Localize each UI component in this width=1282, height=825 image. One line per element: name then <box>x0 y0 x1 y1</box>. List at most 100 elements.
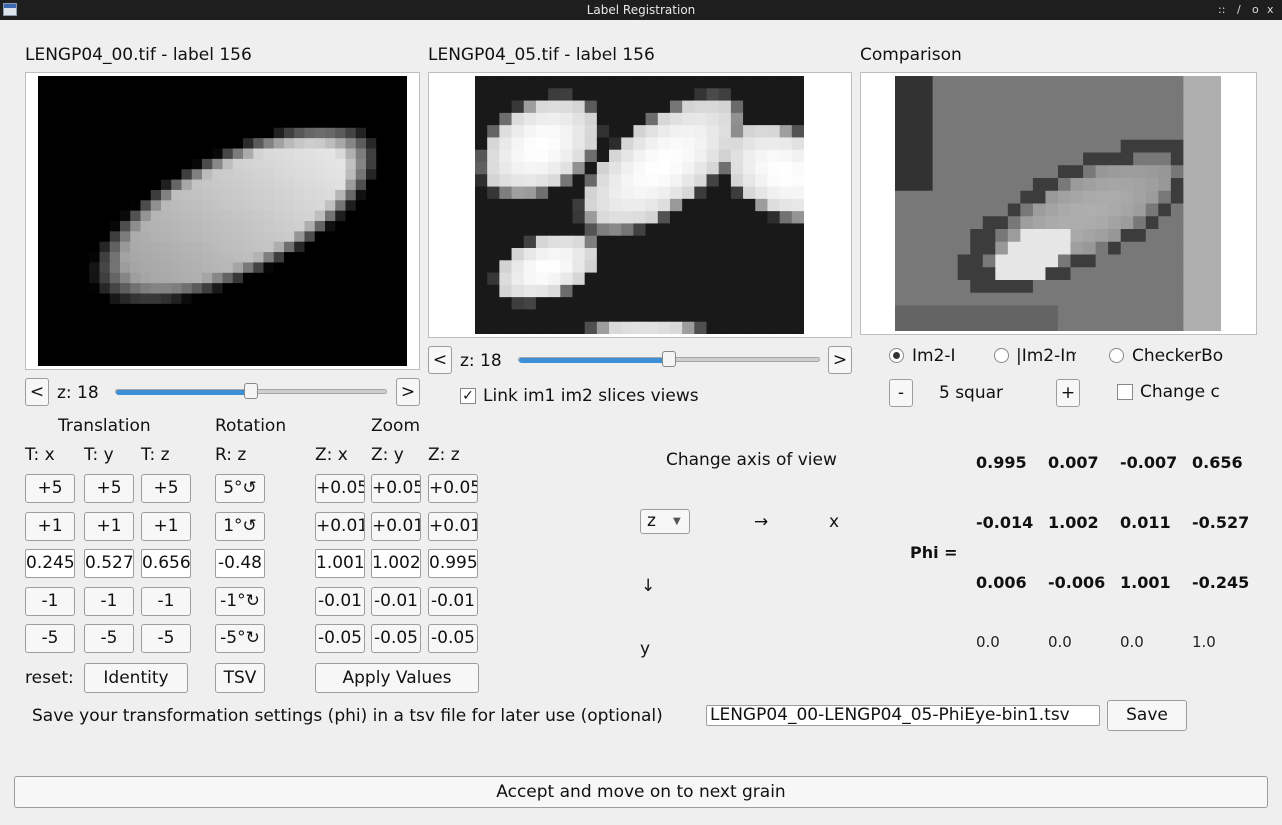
title-bar: Label Registration <box>0 0 1282 20</box>
window-menu-icon[interactable]: :: <box>1218 0 1225 20</box>
step-button-tz-1[interactable]: +1 <box>141 512 191 541</box>
step-button-tx-0[interactable]: +5 <box>25 474 75 503</box>
change-checkbox[interactable] <box>1117 384 1133 400</box>
value-field-ty[interactable]: 0.527 <box>84 549 134 578</box>
step-button-ty-2[interactable]: -1 <box>84 587 134 616</box>
phi-cell-1-0: -0.014 <box>976 513 1034 532</box>
column-label-zy: Z: y <box>371 445 404 465</box>
view1-panel <box>25 72 420 370</box>
step-button-zz-3[interactable]: -0.05 <box>428 624 478 653</box>
mode-radio-checker[interactable] <box>1109 348 1124 363</box>
value-field-tx[interactable]: 0.245 <box>25 549 75 578</box>
tsv-button[interactable]: TSV <box>215 663 265 693</box>
step-button-zz-0[interactable]: +0.05 <box>428 474 478 503</box>
phi-cell-0-3: 0.656 <box>1192 453 1243 472</box>
step-button-zx-0[interactable]: +0.05 <box>315 474 365 503</box>
value-field-rz[interactable]: -0.48 <box>215 549 265 578</box>
step-button-zx-2[interactable]: -0.01 <box>315 587 365 616</box>
view1-next-button[interactable]: > <box>396 378 420 406</box>
close-icon[interactable]: x <box>1267 0 1274 20</box>
view2-z-slider-handle[interactable] <box>662 351 676 367</box>
comparison-title: Comparison <box>860 45 962 65</box>
view2-prev-button[interactable]: < <box>428 346 452 374</box>
zoom-header: Zoom <box>371 416 421 436</box>
step-button-zy-2[interactable]: -0.01 <box>371 587 421 616</box>
mode-label-checker: CheckerBo <box>1132 346 1224 366</box>
phi-cell-3-1: 0.0 <box>1048 633 1072 651</box>
step-button-ty-1[interactable]: +1 <box>84 512 134 541</box>
step-button-tx-2[interactable]: -1 <box>25 587 75 616</box>
save-button[interactable]: Save <box>1107 700 1187 731</box>
value-field-zx[interactable]: 1.001 <box>315 549 365 578</box>
step-button-tz-2[interactable]: -1 <box>141 587 191 616</box>
view1-prev-button[interactable]: < <box>25 378 49 406</box>
phi-cell-2-2: 1.001 <box>1120 573 1171 592</box>
view1-z-label: z: 18 <box>57 383 99 403</box>
axis-x-label: x <box>829 512 840 532</box>
step-button-zx-1[interactable]: +0.01 <box>315 512 365 541</box>
value-field-tz[interactable]: 0.656 <box>141 549 191 578</box>
view1-title: LENGP04_00.tif - label 156 <box>25 45 252 65</box>
view2-panel <box>428 72 852 338</box>
axis-select[interactable]: z ▼ <box>640 509 690 534</box>
step-button-rz-2[interactable]: -1°↻ <box>215 587 265 616</box>
save-description: Save your transformation settings (phi) … <box>32 706 663 726</box>
mode-label-diff: Im2-I <box>912 346 956 366</box>
minimize-icon[interactable]: / <box>1237 0 1241 20</box>
step-button-zz-1[interactable]: +0.01 <box>428 512 478 541</box>
squares-plus-button[interactable]: + <box>1056 379 1080 407</box>
axis-y-label: y <box>640 639 651 659</box>
accept-next-grain-button[interactable]: Accept and move on to next grain <box>14 776 1268 808</box>
step-button-zy-3[interactable]: -0.05 <box>371 624 421 653</box>
step-button-zx-3[interactable]: -0.05 <box>315 624 365 653</box>
step-button-zy-0[interactable]: +0.05 <box>371 474 421 503</box>
value-field-zz[interactable]: 0.995 <box>428 549 478 578</box>
phi-cell-2-1: -0.006 <box>1048 573 1106 592</box>
phi-cell-1-1: 1.002 <box>1048 513 1099 532</box>
step-button-tx-3[interactable]: -5 <box>25 624 75 653</box>
view1-image[interactable] <box>38 76 407 366</box>
step-button-tz-0[interactable]: +5 <box>141 474 191 503</box>
view2-next-button[interactable]: > <box>828 346 852 374</box>
identity-button[interactable]: Identity <box>84 663 188 693</box>
view2-title: LENGP04_05.tif - label 156 <box>428 45 655 65</box>
apply-values-button[interactable]: Apply Values <box>315 663 479 693</box>
reset-label: reset: <box>25 668 74 688</box>
view1-z-slider-handle[interactable] <box>244 383 258 399</box>
view2-z-label: z: 18 <box>460 351 502 371</box>
tsv-filename-input[interactable]: LENGP04_00-LENGP04_05-PhiEye-bin1.tsv <box>706 705 1100 726</box>
squares-minus-button[interactable]: - <box>889 379 913 407</box>
view2-image[interactable] <box>475 76 804 334</box>
axis-title: Change axis of view <box>666 450 837 470</box>
rotation-header: Rotation <box>215 416 287 436</box>
column-label-tz: T: z <box>141 445 170 465</box>
view1-z-slider-fill <box>116 390 251 395</box>
step-button-rz-0[interactable]: 5°↺ <box>215 474 265 503</box>
mode-radio-absdiff[interactable] <box>994 348 1009 363</box>
link-views-checkbox[interactable]: ✓ <box>460 388 476 404</box>
step-button-tz-3[interactable]: -5 <box>141 624 191 653</box>
phi-cell-1-2: 0.011 <box>1120 513 1171 532</box>
phi-label: Phi = <box>910 543 958 562</box>
step-button-rz-1[interactable]: 1°↺ <box>215 512 265 541</box>
mode-label-absdiff: |Im2-Im <box>1016 346 1076 366</box>
column-label-rz: R: z <box>215 445 247 465</box>
phi-cell-1-3: -0.527 <box>1192 513 1250 532</box>
squares-count-field[interactable]: 5 squar <box>921 383 1021 403</box>
mode-radio-diff[interactable] <box>889 348 904 363</box>
maximize-icon[interactable]: o <box>1252 0 1259 20</box>
phi-cell-2-3: -0.245 <box>1192 573 1250 592</box>
comparison-image[interactable] <box>895 76 1221 331</box>
step-button-ty-0[interactable]: +5 <box>84 474 134 503</box>
step-button-tx-1[interactable]: +1 <box>25 512 75 541</box>
column-label-tx: T: x <box>25 445 55 465</box>
phi-cell-3-0: 0.0 <box>976 633 1000 651</box>
value-field-zy[interactable]: 1.002 <box>371 549 421 578</box>
step-button-zy-1[interactable]: +0.01 <box>371 512 421 541</box>
chevron-down-icon: ▼ <box>673 516 681 527</box>
arrow-down-icon: ↓ <box>641 576 656 596</box>
step-button-zz-2[interactable]: -0.01 <box>428 587 478 616</box>
column-label-ty: T: y <box>84 445 114 465</box>
step-button-ty-3[interactable]: -5 <box>84 624 134 653</box>
step-button-rz-3[interactable]: -5°↻ <box>215 624 265 653</box>
